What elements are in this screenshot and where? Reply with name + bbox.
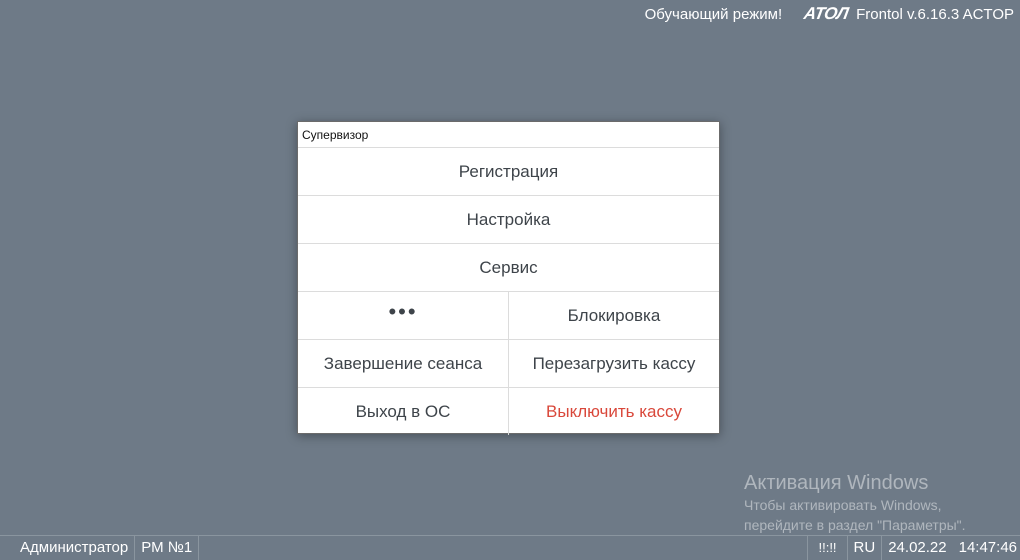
device-indicator: !!:!! <box>808 535 848 560</box>
windows-activation-watermark: Активация Windows Чтобы активировать Win… <box>744 472 966 535</box>
menu-row: Сервис <box>298 244 719 292</box>
more-button[interactable]: ••• <box>298 292 508 339</box>
status-spacer <box>199 535 809 560</box>
shutdown-pos-button[interactable]: Выключить кассу <box>508 388 719 435</box>
exit-os-button[interactable]: Выход в ОС <box>298 388 508 435</box>
watermark-line: Чтобы активировать Windows, <box>744 497 942 513</box>
restart-pos-button[interactable]: Перезагрузить кассу <box>508 340 719 387</box>
settings-button[interactable]: Настройка <box>298 196 719 243</box>
atol-logo: ATOЛ <box>802 4 850 23</box>
menu-row: Настройка <box>298 196 719 244</box>
service-button[interactable]: Сервис <box>298 244 719 291</box>
status-bar: Администратор РМ №1 !!:!! RU 24.02.22 14… <box>0 535 1020 560</box>
watermark-title: Активация Windows <box>744 472 929 494</box>
dialog-title: Супервизор <box>298 122 719 148</box>
brand: ATOЛ Frontol v.6.16.3 ACTOP <box>802 4 1014 24</box>
version-label: Frontol v.6.16.3 ACTOP <box>856 5 1014 23</box>
end-session-button[interactable]: Завершение сеанса <box>298 340 508 387</box>
watermark-line: перейдите в раздел "Параметры". <box>744 517 966 533</box>
language-indicator[interactable]: RU <box>848 535 883 560</box>
workstation-number: РМ №1 <box>135 535 200 560</box>
time-label: 14:47:46 <box>958 538 1017 556</box>
training-mode-label: Обучающий режим! <box>644 5 783 23</box>
menu-row: Регистрация <box>298 148 719 196</box>
menu-row: ••• Блокировка <box>298 292 719 340</box>
supervisor-dialog: Супервизор Регистрация Настройка Сервис … <box>297 121 720 435</box>
current-user: Администратор <box>0 535 136 560</box>
menu-row: Выход в ОС Выключить кассу <box>298 388 719 435</box>
top-bar: Обучающий режим! ATOЛ Frontol v.6.16.3 A… <box>645 4 1014 24</box>
lock-button[interactable]: Блокировка <box>508 292 719 339</box>
registration-button[interactable]: Регистрация <box>298 148 719 195</box>
date-label: 24.02.22 <box>888 538 947 556</box>
menu-row: Завершение сеанса Перезагрузить кассу <box>298 340 719 388</box>
